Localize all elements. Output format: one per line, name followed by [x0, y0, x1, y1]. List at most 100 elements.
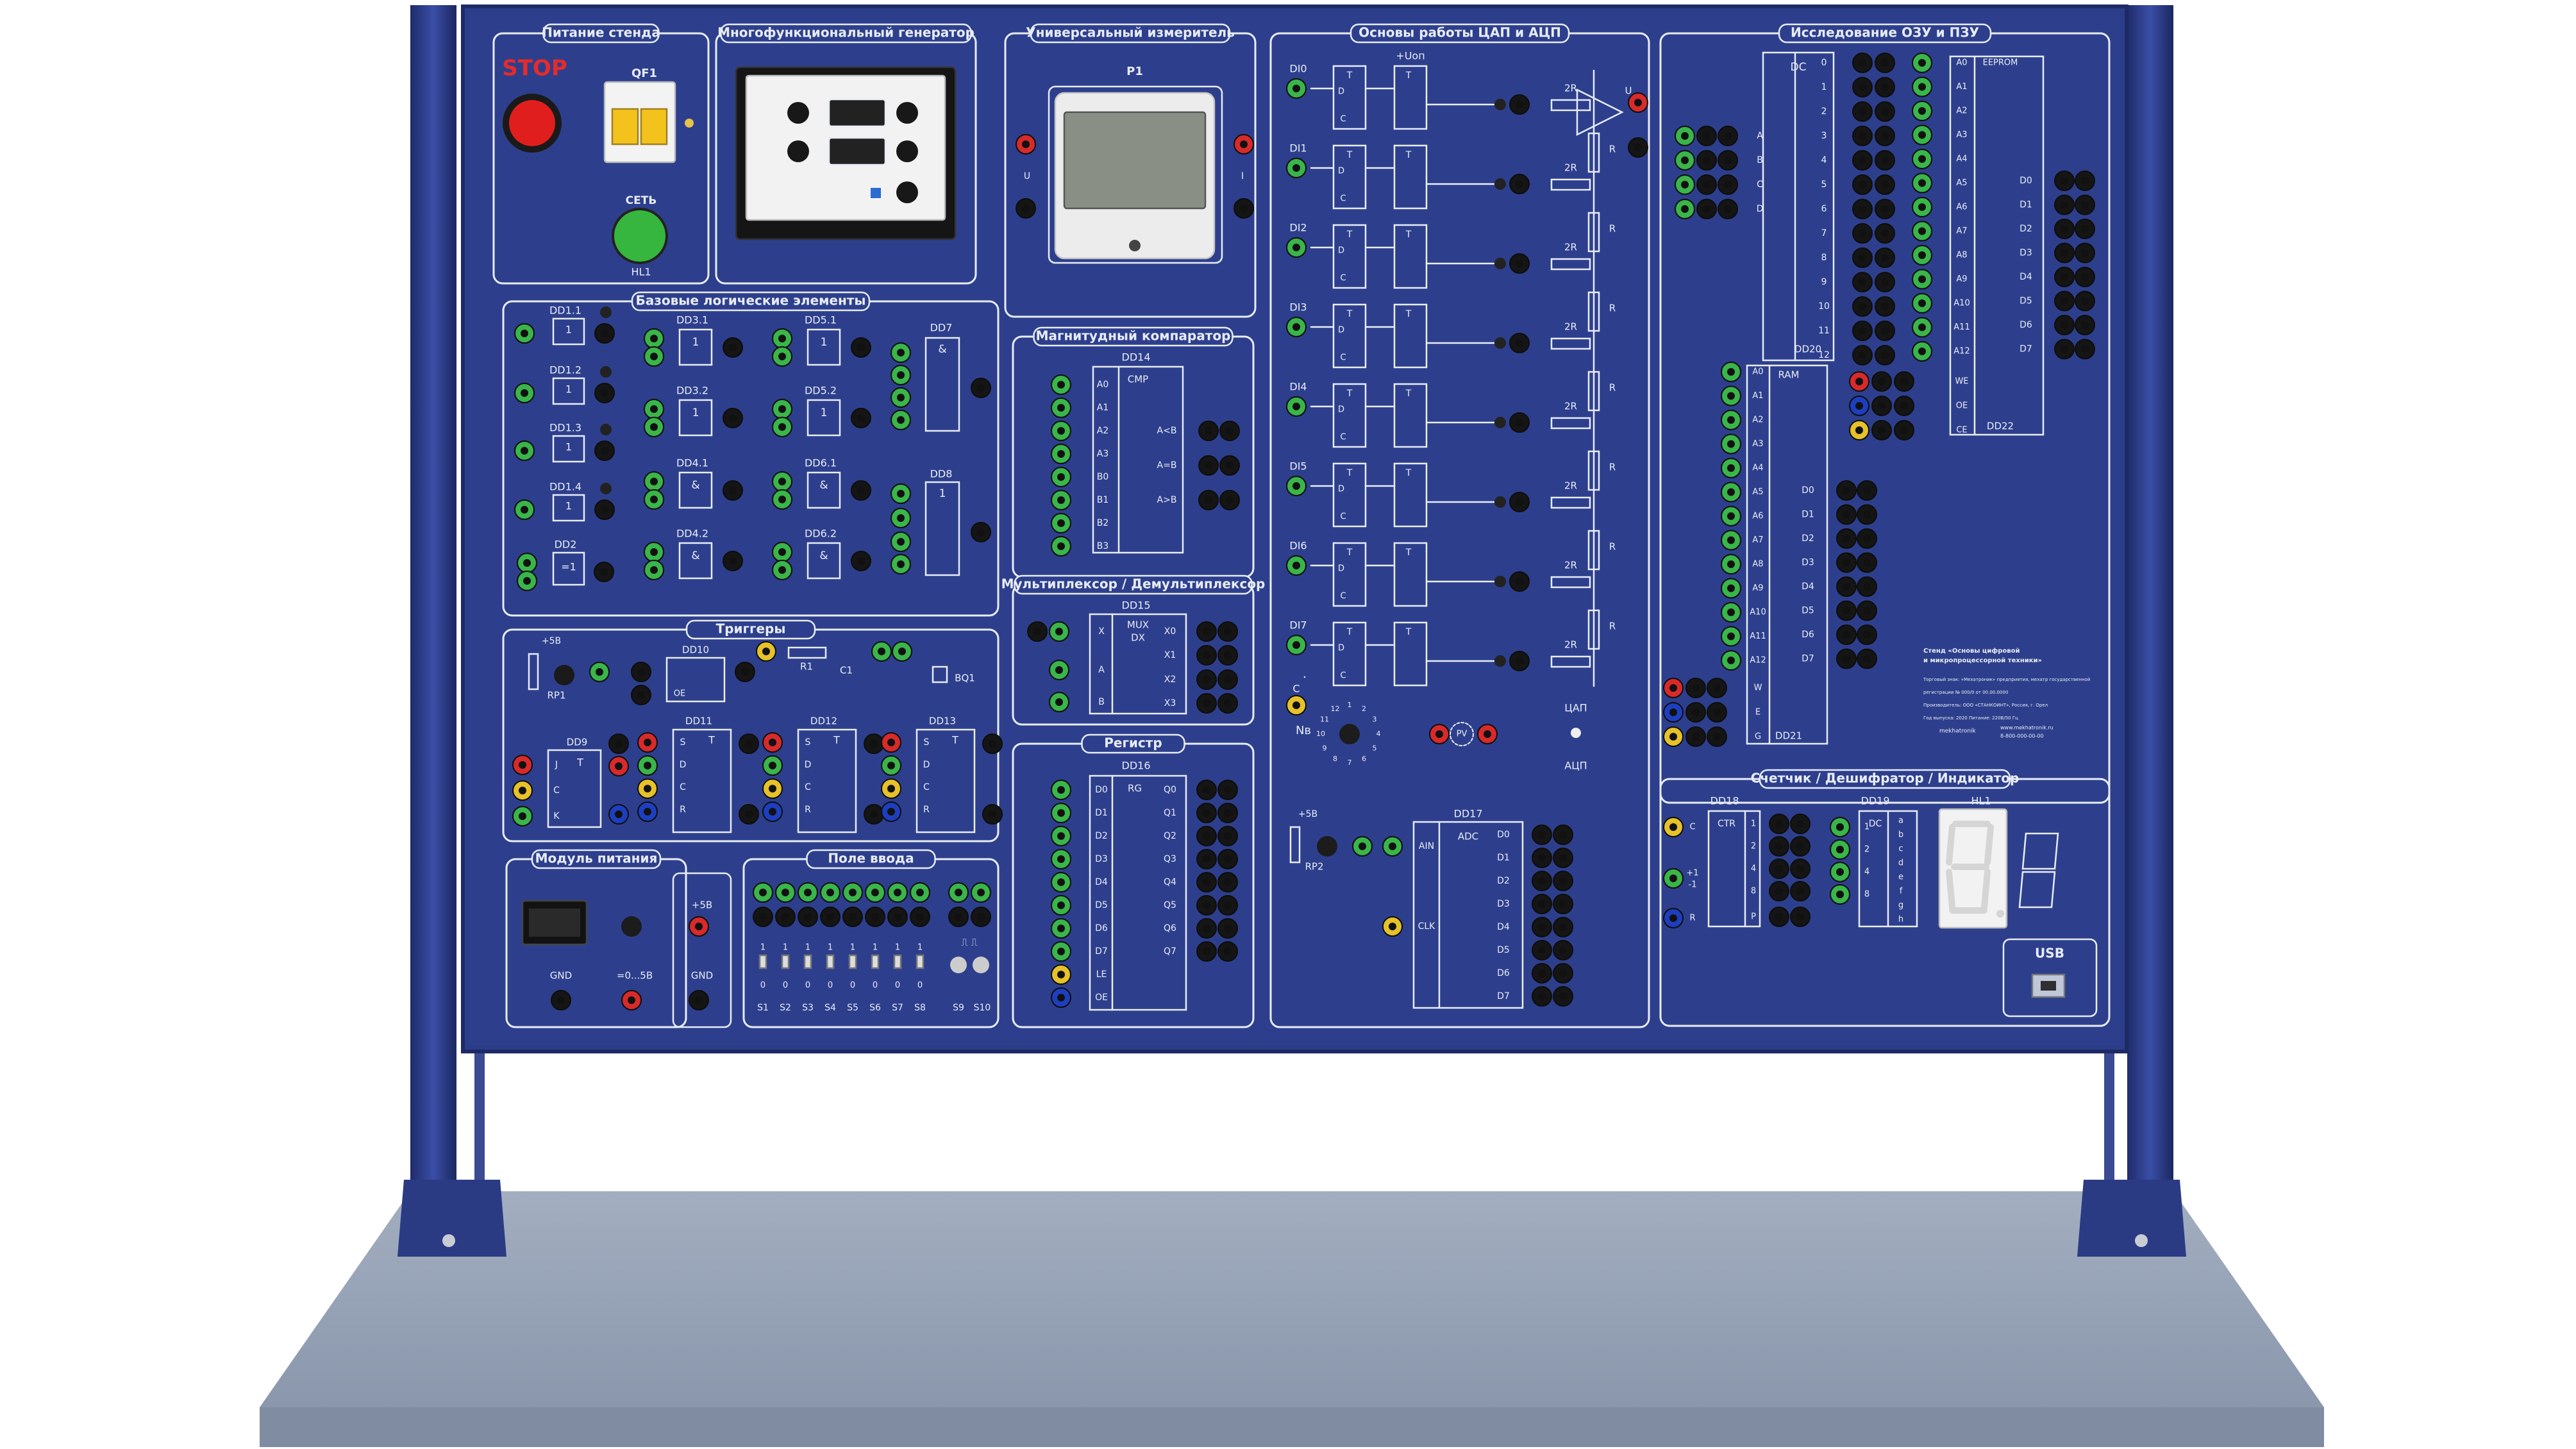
pin-label: C: [923, 782, 930, 792]
jack-hole: [1796, 820, 1804, 828]
gate-symbol: =1: [561, 561, 576, 573]
jack-hole: [977, 889, 985, 896]
generator-knob[interactable]: [787, 102, 809, 124]
pv-label: PV: [1457, 730, 1468, 739]
pin-label: B0: [1097, 472, 1109, 482]
generator-knob[interactable]: [787, 140, 809, 162]
jack-hole: [1224, 855, 1232, 863]
rp1-label: RP1: [547, 690, 565, 701]
r2-label: 2R: [1564, 242, 1577, 253]
jack-hole: [1669, 733, 1677, 741]
pin-label: D0: [2020, 176, 2032, 186]
jack-hole: [1484, 730, 1491, 738]
dial-label: 12: [1331, 705, 1340, 713]
jack-hole: [1057, 994, 1065, 1001]
stop-button[interactable]: [509, 100, 555, 146]
di-label: DI6: [1289, 540, 1307, 552]
gate-label: DD3.1: [676, 314, 708, 326]
jack-hole: [1681, 132, 1689, 140]
jack-hole: [778, 353, 786, 360]
meter-button[interactable]: [1129, 240, 1141, 251]
t-label: T: [1405, 468, 1412, 478]
t-label: T: [1346, 71, 1353, 81]
rp2-knob[interactable]: [1317, 836, 1337, 857]
zero-label: 0: [850, 981, 855, 991]
push-button[interactable]: [973, 957, 989, 973]
generator-knob[interactable]: [896, 181, 918, 203]
jack-hole: [1918, 131, 1926, 139]
pin-label: CLK: [1418, 921, 1436, 932]
jack-hole: [1538, 831, 1546, 839]
jack-hole: [1559, 854, 1567, 862]
pin-label: S: [924, 737, 930, 748]
jack-hole: [1057, 496, 1065, 504]
jack-hole: [1538, 946, 1546, 954]
jack-hole: [1692, 708, 1700, 716]
jack-hole: [898, 648, 906, 655]
jack-hole: [759, 913, 767, 921]
jack-hole: [894, 913, 901, 921]
jack-hole: [1516, 260, 1523, 267]
generator-knob[interactable]: [896, 140, 918, 162]
jack-hole: [1226, 462, 1234, 469]
jack-hole: [1224, 925, 1232, 932]
pin-label: D: [1338, 564, 1344, 574]
jack-hole: [857, 487, 865, 494]
jack-hole: [1796, 865, 1804, 873]
jack-hole: [1389, 923, 1396, 930]
jack-hole: [1224, 786, 1232, 794]
jack-hole: [1724, 132, 1732, 140]
jack-hole: [637, 691, 645, 699]
gate-label: DD1.3: [549, 422, 581, 434]
jack-hole: [1669, 684, 1677, 692]
jack-hole: [695, 996, 703, 1004]
pin-label: D3: [1095, 854, 1108, 864]
pin-label: D3: [2020, 248, 2032, 258]
breaker-lever: [640, 108, 668, 146]
pin-label: D5: [1802, 606, 1814, 616]
jack-hole: [1224, 676, 1232, 683]
s-label: S6: [869, 1003, 881, 1013]
jack-hole: [871, 913, 879, 921]
t-label: T: [1405, 230, 1412, 240]
jack-hole: [1918, 251, 1926, 259]
pin-label: Q4: [1164, 877, 1176, 887]
pin-label: A: [1098, 665, 1105, 675]
push-button[interactable]: [950, 957, 967, 973]
gate-symbol: &: [819, 479, 828, 492]
net-lamp-button[interactable]: [612, 208, 668, 264]
jack-hole: [2081, 225, 2089, 233]
one-label: 1: [783, 943, 788, 953]
jack-hole: [989, 810, 996, 818]
jack-hole: [1863, 558, 1871, 567]
pin-label: Q2: [1164, 831, 1176, 841]
jack-hole: [1559, 877, 1567, 885]
cap-adc-switch[interactable]: [1571, 728, 1581, 738]
s-label: S3: [802, 1003, 814, 1013]
segment: [1946, 869, 1955, 910]
s-label: S7: [892, 1003, 903, 1013]
pin-label: C: [1340, 353, 1346, 363]
pin-label: B2: [1097, 518, 1109, 528]
one-label: 1: [873, 943, 878, 953]
jack-hole: [916, 913, 924, 921]
rp1-knob[interactable]: [554, 665, 574, 685]
dd21-label: DD21: [1775, 730, 1802, 742]
cmp-label: CMP: [1128, 374, 1148, 385]
jack-hole: [615, 740, 623, 748]
r-label: R: [1609, 621, 1616, 632]
generator-knob[interactable]: [896, 102, 918, 124]
jack-hole: [1203, 832, 1210, 840]
jack-hole: [601, 447, 608, 455]
web-label: 8-800-000-00-00: [2000, 733, 2044, 739]
pin-label: 1: [1864, 823, 1869, 832]
seg-label: f: [1900, 887, 1903, 896]
pin-label: D2: [1802, 533, 1814, 544]
plate-text: Производитель: ООО «СТАНКОИНТ», Россия, …: [1923, 703, 2048, 708]
pin-label: OE: [1095, 993, 1108, 1003]
psu-knob[interactable]: [621, 916, 642, 937]
nb-selector[interactable]: [1339, 724, 1360, 744]
test-point: [1494, 576, 1506, 587]
jack-hole: [1859, 132, 1866, 140]
jack-hole: [1836, 823, 1844, 831]
